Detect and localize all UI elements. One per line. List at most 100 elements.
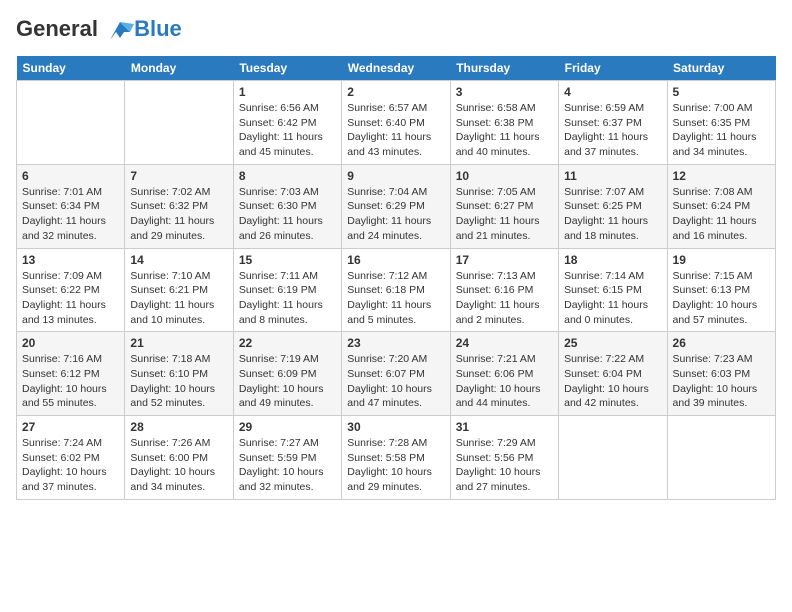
sunset-text: Sunset: 6:04 PM (564, 368, 642, 380)
calendar-cell: 16 Sunrise: 7:12 AMSunset: 6:18 PMDayligh… (342, 248, 450, 332)
day-info: Sunrise: 7:11 AMSunset: 6:19 PMDaylight:… (239, 269, 336, 328)
sunrise-text: Sunrise: 7:00 AM (673, 102, 753, 114)
day-number: 10 (456, 169, 553, 183)
day-number: 15 (239, 253, 336, 267)
day-info: Sunrise: 7:12 AMSunset: 6:18 PMDaylight:… (347, 269, 444, 328)
day-number: 13 (22, 253, 119, 267)
calendar-cell: 1 Sunrise: 6:56 AMSunset: 6:42 PMDaylight… (233, 81, 341, 165)
sunrise-text: Sunrise: 6:58 AM (456, 102, 536, 114)
sunrise-text: Sunrise: 7:28 AM (347, 437, 427, 449)
day-info: Sunrise: 7:07 AMSunset: 6:25 PMDaylight:… (564, 185, 661, 244)
sunrise-text: Sunrise: 7:01 AM (22, 186, 102, 198)
calendar-header-row: SundayMondayTuesdayWednesdayThursdayFrid… (17, 56, 776, 81)
sunset-text: Sunset: 6:34 PM (22, 200, 100, 212)
day-number: 26 (673, 336, 770, 350)
logo-line2: Blue (134, 16, 182, 41)
daylight-text: Daylight: 11 hours and 26 minutes. (239, 215, 323, 242)
logo-line1: General (16, 16, 98, 41)
calendar-cell: 28Sunrise: 7:26 AMSunset: 6:00 PMDayligh… (125, 416, 233, 500)
day-number: 16 (347, 253, 444, 267)
day-number: 4 (564, 85, 661, 99)
day-number: 1 (239, 85, 336, 99)
calendar-week-row: 27Sunrise: 7:24 AMSunset: 6:02 PMDayligh… (17, 416, 776, 500)
day-info: Sunrise: 7:09 AMSunset: 6:22 PMDaylight:… (22, 269, 119, 328)
day-info: Sunrise: 7:03 AMSunset: 6:30 PMDaylight:… (239, 185, 336, 244)
sunset-text: Sunset: 6:19 PM (239, 284, 317, 296)
calendar-cell: 8 Sunrise: 7:03 AMSunset: 6:30 PMDaylight… (233, 164, 341, 248)
day-info: Sunrise: 7:20 AMSunset: 6:07 PMDaylight:… (347, 352, 444, 411)
calendar-table: SundayMondayTuesdayWednesdayThursdayFrid… (16, 56, 776, 500)
daylight-text: Daylight: 10 hours and 29 minutes. (347, 466, 432, 493)
calendar-cell: 19Sunrise: 7:15 AMSunset: 6:13 PMDayligh… (667, 248, 775, 332)
calendar-cell: 26 Sunrise: 7:23 AMSunset: 6:03 PMDayligh… (667, 332, 775, 416)
daylight-text: Daylight: 10 hours and 32 minutes. (239, 466, 324, 493)
sunset-text: Sunset: 6:22 PM (22, 284, 100, 296)
sunset-text: Sunset: 6:07 PM (347, 368, 425, 380)
daylight-text: Daylight: 11 hours and 16 minutes. (673, 215, 757, 242)
calendar-cell: 21Sunrise: 7:18 AMSunset: 6:10 PMDayligh… (125, 332, 233, 416)
day-info: Sunrise: 7:27 AMSunset: 5:59 PMDaylight:… (239, 436, 336, 495)
daylight-text: Daylight: 10 hours and 57 minutes. (673, 299, 758, 326)
day-info: Sunrise: 7:16 AMSunset: 6:12 PMDaylight:… (22, 352, 119, 411)
day-number: 27 (22, 420, 119, 434)
daylight-text: Daylight: 11 hours and 24 minutes. (347, 215, 431, 242)
sunrise-text: Sunrise: 7:29 AM (456, 437, 536, 449)
day-number: 9 (347, 169, 444, 183)
day-number: 19 (673, 253, 770, 267)
calendar-cell: 24Sunrise: 7:21 AMSunset: 6:06 PMDayligh… (450, 332, 558, 416)
sunrise-text: Sunrise: 7:11 AM (239, 270, 318, 282)
day-number: 2 (347, 85, 444, 99)
calendar-cell: 29 Sunrise: 7:27 AMSunset: 5:59 PMDayligh… (233, 416, 341, 500)
day-number: 25 (564, 336, 661, 350)
daylight-text: Daylight: 11 hours and 37 minutes. (564, 131, 648, 158)
calendar-cell: 11Sunrise: 7:07 AMSunset: 6:25 PMDayligh… (559, 164, 667, 248)
day-number: 29 (239, 420, 336, 434)
calendar-cell: 17Sunrise: 7:13 AMSunset: 6:16 PMDayligh… (450, 248, 558, 332)
day-info: Sunrise: 6:56 AMSunset: 6:42 PMDaylight:… (239, 101, 336, 160)
sunrise-text: Sunrise: 7:04 AM (347, 186, 427, 198)
day-info: Sunrise: 7:02 AMSunset: 6:32 PMDaylight:… (130, 185, 227, 244)
sunrise-text: Sunrise: 7:19 AM (239, 353, 319, 365)
day-info: Sunrise: 7:19 AMSunset: 6:09 PMDaylight:… (239, 352, 336, 411)
day-header-wednesday: Wednesday (342, 56, 450, 81)
day-number: 21 (130, 336, 227, 350)
calendar-cell: 25Sunrise: 7:22 AMSunset: 6:04 PMDayligh… (559, 332, 667, 416)
calendar-cell: 9Sunrise: 7:04 AMSunset: 6:29 PMDaylight… (342, 164, 450, 248)
day-number: 7 (130, 169, 227, 183)
sunrise-text: Sunrise: 6:56 AM (239, 102, 319, 114)
sunrise-text: Sunrise: 7:02 AM (130, 186, 210, 198)
daylight-text: Daylight: 10 hours and 34 minutes. (130, 466, 215, 493)
sunset-text: Sunset: 6:00 PM (130, 452, 208, 464)
day-number: 31 (456, 420, 553, 434)
day-number: 5 (673, 85, 770, 99)
day-info: Sunrise: 6:57 AMSunset: 6:40 PMDaylight:… (347, 101, 444, 160)
sunset-text: Sunset: 6:10 PM (130, 368, 208, 380)
daylight-text: Daylight: 10 hours and 37 minutes. (22, 466, 107, 493)
day-number: 8 (239, 169, 336, 183)
day-info: Sunrise: 7:08 AMSunset: 6:24 PMDaylight:… (673, 185, 770, 244)
daylight-text: Daylight: 10 hours and 27 minutes. (456, 466, 541, 493)
sunset-text: Sunset: 6:30 PM (239, 200, 317, 212)
day-info: Sunrise: 7:23 AMSunset: 6:03 PMDaylight:… (673, 352, 770, 411)
calendar-cell: 4 Sunrise: 6:59 AMSunset: 6:37 PMDaylight… (559, 81, 667, 165)
daylight-text: Daylight: 11 hours and 29 minutes. (130, 215, 214, 242)
sunset-text: Sunset: 5:56 PM (456, 452, 534, 464)
sunrise-text: Sunrise: 7:14 AM (564, 270, 644, 282)
calendar-week-row: 20 Sunrise: 7:16 AMSunset: 6:12 PMDayligh… (17, 332, 776, 416)
sunset-text: Sunset: 6:38 PM (456, 117, 534, 129)
sunrise-text: Sunrise: 7:10 AM (130, 270, 210, 282)
day-info: Sunrise: 6:59 AMSunset: 6:37 PMDaylight:… (564, 101, 661, 160)
day-number: 30 (347, 420, 444, 434)
day-number: 20 (22, 336, 119, 350)
daylight-text: Daylight: 11 hours and 18 minutes. (564, 215, 648, 242)
sunset-text: Sunset: 6:16 PM (456, 284, 534, 296)
calendar-cell (17, 81, 125, 165)
sunset-text: Sunset: 5:58 PM (347, 452, 425, 464)
calendar-cell: 12 Sunrise: 7:08 AMSunset: 6:24 PMDayligh… (667, 164, 775, 248)
daylight-text: Daylight: 11 hours and 32 minutes. (22, 215, 106, 242)
day-number: 12 (673, 169, 770, 183)
calendar-cell: 7 Sunrise: 7:02 AMSunset: 6:32 PMDaylight… (125, 164, 233, 248)
day-info: Sunrise: 7:26 AMSunset: 6:00 PMDaylight:… (130, 436, 227, 495)
daylight-text: Daylight: 11 hours and 43 minutes. (347, 131, 431, 158)
day-info: Sunrise: 7:28 AM Sunset: 5:58 PM Daylight:… (347, 436, 444, 495)
